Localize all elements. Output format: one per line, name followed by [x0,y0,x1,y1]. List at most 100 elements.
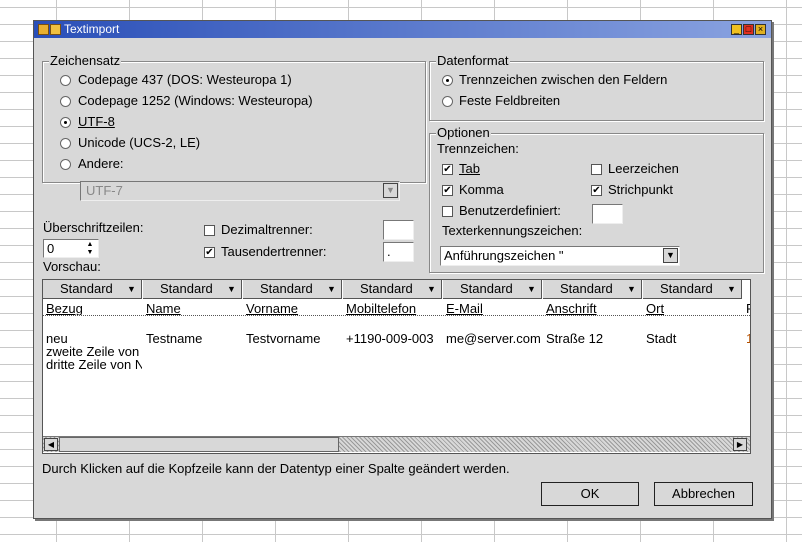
ok-button[interactable]: OK [541,482,639,506]
table-cell: Mobiltelefon [346,302,417,315]
column-header[interactable]: Standard ▼ [643,280,742,299]
chevron-down-icon: ▼ [627,284,636,294]
radio-separator-label[interactable]: Trennzeichen zwischen den Feldern [459,72,667,88]
radio-unicode-label[interactable]: Unicode (UCS-2, LE) [78,135,200,151]
table-cell: Testvorname [246,332,321,345]
thousands-value: . [387,244,391,259]
dataformat-group: Datenformat Trennzeichen zwischen den Fe… [429,54,764,121]
radio-codepage-437[interactable] [60,75,71,86]
horizontal-scrollbar[interactable]: ◀ ▶ [43,436,750,452]
preview-table[interactable]: Standard ▼ Standard ▼ Standard ▼ Standard ▼ … [42,279,751,454]
checkbox-semicolon[interactable]: ✔ [591,185,602,196]
table-cell: +1190-009-003 [346,332,434,345]
radio-unicode[interactable] [60,138,71,149]
chevron-down-icon: ▼ [527,284,536,294]
text-qualifier-select[interactable]: Anführungszeichen " ▼ [440,246,680,266]
options-legend: Optionen [436,125,491,140]
checkbox-thousands-label[interactable]: Tausendertrenner: [221,244,327,260]
checkbox-tab-label[interactable]: Tab [459,161,480,177]
checkbox-thousands[interactable]: ✔ [204,247,215,258]
table-cell: Stadt [646,332,677,345]
column-header[interactable]: Standard ▼ [443,280,542,299]
decimal-input[interactable] [383,220,414,240]
radio-codepage-1252-label[interactable]: Codepage 1252 (Windows: Westeuropa) [78,93,313,109]
header-rows-value: 0 [47,241,55,256]
cancel-button[interactable]: Abbrechen [654,482,753,506]
radio-separator[interactable] [442,75,453,86]
table-cell: me@server.com [446,332,541,345]
chevron-down-icon: ▼ [227,284,236,294]
table-row[interactable]: neu zweite Zeile von N dritte Zeile von … [43,330,750,372]
checkbox-decimal[interactable] [204,225,215,236]
column-header[interactable]: Standard ▼ [543,280,642,299]
checkbox-comma[interactable]: ✔ [442,185,453,196]
hint-text: Durch Klicken auf die Kopfzeile kann der… [42,461,510,476]
radio-other-label[interactable]: Andere: [78,156,124,172]
radio-fixed-width[interactable] [442,96,453,107]
title-bar[interactable]: Textimport _ □ × [34,21,771,38]
maximize-icon[interactable]: □ [743,24,754,35]
chevron-down-icon: ▼ [127,284,136,294]
radio-fixed-width-label[interactable]: Feste Feldbreiten [459,93,560,109]
table-cell: Name [146,302,181,315]
table-cell: dritte Zeile von No [46,358,142,371]
checkbox-comma-label[interactable]: Komma [459,182,504,198]
app-icon [38,24,49,35]
column-header[interactable]: Standard ▼ [143,280,242,299]
table-cell: E-Mail [446,302,483,315]
chevron-down-icon[interactable]: ▼ [663,248,678,263]
checkbox-tab[interactable]: ✔ [442,164,453,175]
text-qualifier-label: Texterkennungszeichen: [442,223,583,238]
radio-codepage-1252[interactable] [60,96,71,107]
checkbox-decimal-label[interactable]: Dezimaltrenner: [221,222,313,238]
column-header[interactable]: Standard ▼ [243,280,342,299]
table-cell: Testname [146,332,203,345]
table-cell: zweite Zeile von N [46,345,142,358]
table-cell: Bezug [46,302,83,315]
radio-codepage-437-label[interactable]: Codepage 437 (DOS: Westeuropa 1) [78,72,292,88]
table-row[interactable]: Bezug Name Vorname Mobiltelefon E-Mail A… [43,301,750,316]
window-title: Textimport [64,22,120,36]
table-cell: Straße 12 [546,332,604,345]
scrollbar-thumb[interactable] [59,437,339,452]
custom-separator-input[interactable] [592,204,623,224]
checkbox-custom[interactable] [442,206,453,217]
scroll-right-icon[interactable]: ▶ [733,438,747,451]
chevron-down-icon: ▼ [327,284,336,294]
app-icon-secondary [50,24,61,35]
checkbox-custom-label[interactable]: Benutzerdefiniert: [459,203,561,219]
radio-utf8[interactable] [60,117,71,128]
scroll-left-icon[interactable]: ◀ [44,438,58,451]
text-qualifier-value: Anführungszeichen " [444,248,564,263]
radio-utf8-label[interactable]: UTF-8 [78,114,115,130]
spin-down-icon[interactable]: ▼ [83,249,97,256]
charset-other-value: UTF-7 [86,183,123,198]
checkbox-semicolon-label[interactable]: Strichpunkt [608,182,673,198]
header-rows-label: Überschriftzeilen: [43,220,144,235]
checkbox-space[interactable] [591,164,602,175]
table-cell: neu [46,332,68,345]
chevron-down-icon: ▼ [427,284,436,294]
dataformat-legend: Datenformat [436,53,510,68]
checkbox-space-label[interactable]: Leerzeichen [608,161,679,177]
preview-label: Vorschau: [43,259,101,274]
charset-legend: Zeichensatz [49,53,122,68]
header-rows-spinner[interactable]: 0 ▲ ▼ [43,239,99,258]
table-cell: Vorname [246,302,299,315]
column-header[interactable]: Standard ▼ [343,280,442,299]
column-header[interactable]: Standard ▼ [43,280,142,299]
separators-label: Trennzeichen: [437,141,519,156]
minimize-icon[interactable]: _ [731,24,742,35]
chevron-down-icon: ▼ [727,284,736,294]
chevron-down-icon[interactable]: ▼ [383,183,398,198]
close-icon[interactable]: × [755,24,766,35]
charset-group: Zeichensatz Codepage 437 (DOS: Westeurop… [42,54,426,183]
table-cell: Ort [646,302,665,315]
charset-other-select[interactable]: UTF-7 ▼ [80,181,400,201]
spin-up-icon[interactable]: ▲ [83,241,97,248]
table-cell: P [746,302,750,315]
radio-other[interactable] [60,159,71,170]
table-cell: 1 [746,332,750,345]
table-cell: Anschrift [546,302,597,315]
thousands-input[interactable]: . [383,242,414,262]
